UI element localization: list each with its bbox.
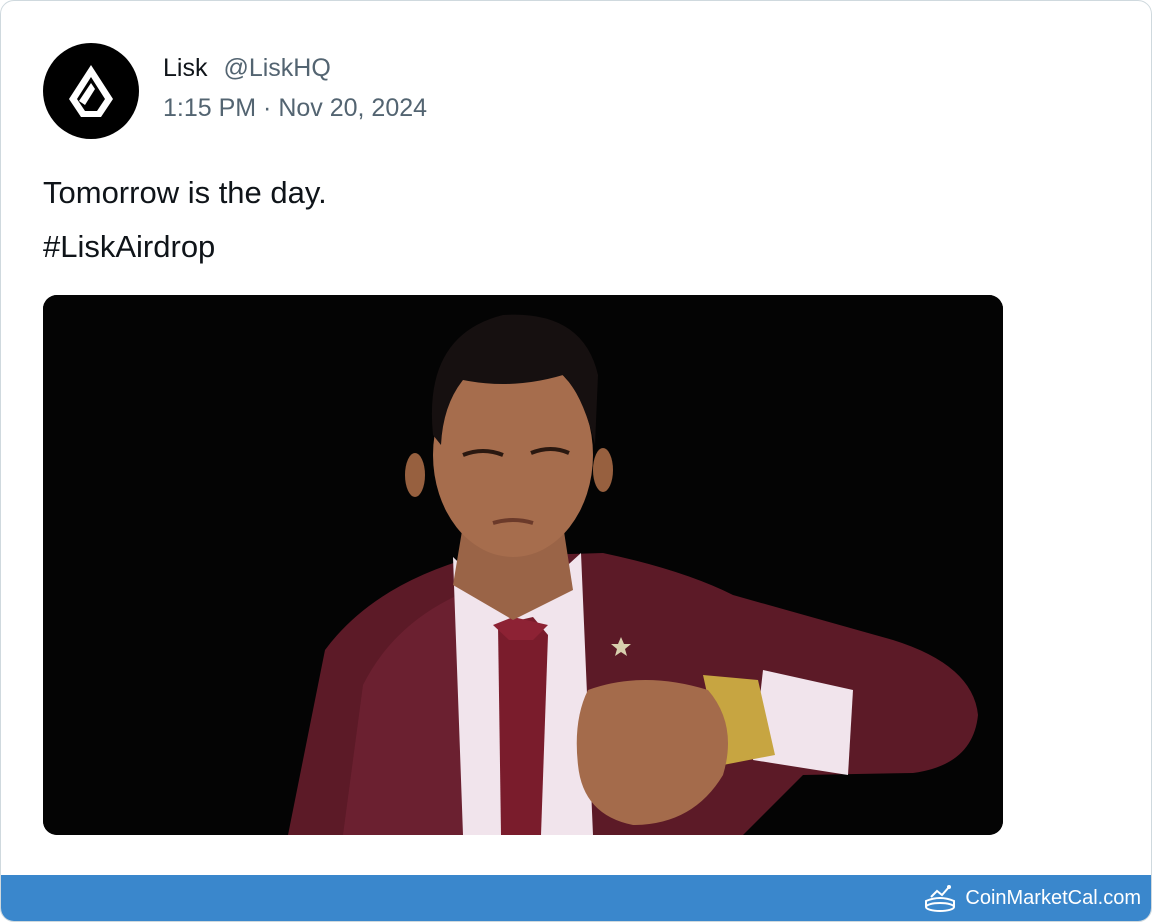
author-row: Lisk @LiskHQ: [163, 53, 427, 83]
tweet-card: Lisk @LiskHQ 1:15 PM · Nov 20, 2024 Tomo…: [0, 0, 1152, 922]
avatar[interactable]: [43, 43, 139, 139]
tweet-text: Tomorrow is the day. #LiskAirdrop: [43, 166, 327, 274]
man-checking-watch-image: [43, 295, 1003, 835]
lisk-logo-icon: [69, 65, 113, 117]
author-handle[interactable]: @LiskHQ: [223, 53, 330, 83]
author-name[interactable]: Lisk: [163, 53, 207, 83]
tweet-text-line: Tomorrow is the day.: [43, 175, 327, 210]
tweet-media[interactable]: [43, 295, 1003, 835]
coinmarketcal-logo-icon: [925, 885, 956, 912]
hashtag-link[interactable]: #LiskAirdrop: [43, 220, 327, 274]
tweet-header: Lisk @LiskHQ 1:15 PM · Nov 20, 2024: [43, 43, 943, 139]
footer-bar: CoinMarketCal.com: [1, 875, 1151, 921]
tweet-timestamp[interactable]: 1:15 PM · Nov 20, 2024: [163, 93, 427, 123]
coinmarketcal-brand-label[interactable]: CoinMarketCal.com: [965, 887, 1141, 910]
author-meta: Lisk @LiskHQ 1:15 PM · Nov 20, 2024: [163, 53, 427, 123]
